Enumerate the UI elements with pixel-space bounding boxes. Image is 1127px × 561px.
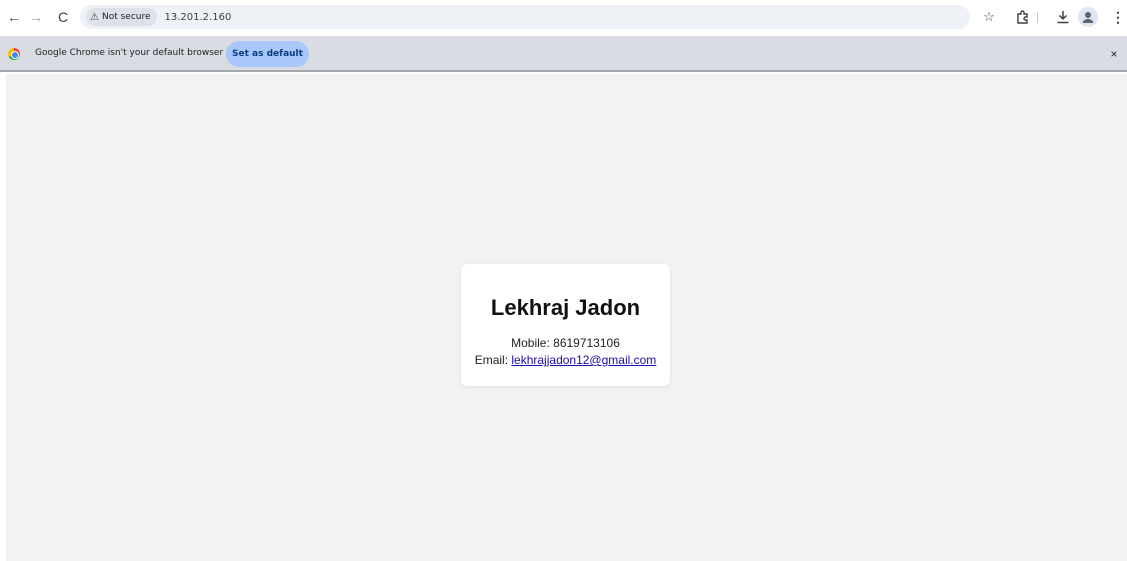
mobile-number: 8619713106 (553, 336, 620, 350)
contact-mobile: Mobile: 8619713106 (461, 336, 670, 350)
download-icon[interactable] (1053, 7, 1073, 27)
address-bar[interactable]: ⚠ Not secure 13.201.2.160 (80, 5, 970, 29)
contact-card: Lekhraj Jadon Mobile: 8619713106 Email: … (461, 264, 670, 386)
default-browser-infobar: Google Chrome isn't your default browser… (0, 36, 1127, 72)
security-label: Not secure (101, 12, 151, 22)
contact-email: Email: lekhrajjadon12@gmail.com (461, 353, 670, 367)
menu-icon[interactable]: ⋮ (1108, 7, 1127, 27)
set-as-default-button[interactable]: Set as default (226, 41, 309, 67)
close-icon[interactable]: × (1107, 47, 1121, 61)
reload-icon[interactable]: C (52, 6, 74, 28)
browser-toolbar: ← → C ⚠ Not secure 13.201.2.160 ☆ ⋮ (0, 0, 1127, 34)
chrome-logo-icon (8, 48, 20, 60)
warning-icon: ⚠ (90, 11, 99, 23)
star-icon[interactable]: ☆ (979, 7, 999, 27)
mobile-label: Mobile: (511, 336, 550, 350)
infobar-message: Google Chrome isn't your default browser (35, 48, 224, 58)
toolbar-separator (1037, 12, 1038, 23)
email-label: Email: (474, 353, 509, 367)
extensions-icon[interactable] (1013, 7, 1033, 27)
back-icon[interactable]: ← (3, 6, 25, 28)
email-link[interactable]: lekhrajjadon12@gmail.com (511, 353, 656, 367)
contact-name: Lekhraj Jadon (490, 295, 641, 320)
url-text[interactable]: 13.201.2.160 (165, 12, 232, 23)
page-viewport: Lekhraj Jadon Mobile: 8619713106 Email: … (6, 74, 1127, 561)
security-chip[interactable]: ⚠ Not secure (86, 8, 157, 26)
profile-icon[interactable] (1078, 7, 1098, 27)
forward-icon[interactable]: → (25, 6, 47, 28)
